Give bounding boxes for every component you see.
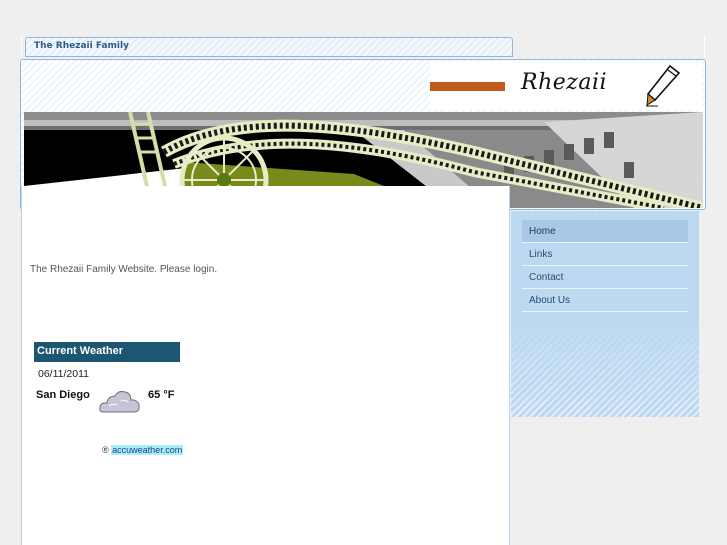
site-title-tab[interactable]: The Rhezaii Family: [25, 37, 513, 57]
nav-item-contact[interactable]: Contact: [522, 266, 688, 289]
weather-city: San Diego: [36, 389, 90, 401]
weather-date: 06/11/2011: [38, 368, 89, 380]
weather-heading: Current Weather: [34, 342, 180, 362]
pen-icon: [646, 64, 681, 107]
frame-edge: [704, 36, 705, 58]
welcome-message: The Rhezaii Family Website. Please login…: [30, 264, 218, 275]
frame-edge: [21, 36, 22, 58]
weather-credit: ® accuweather.com: [102, 445, 184, 455]
weather-temperature: 65 °F: [148, 389, 175, 401]
nav-item-about-us[interactable]: About Us: [522, 289, 688, 312]
nav-item-home[interactable]: Home: [522, 220, 688, 243]
accuweather-link[interactable]: accuweather.com: [111, 445, 184, 455]
main-content: [21, 186, 510, 545]
site-logo: Rhezaii: [521, 70, 608, 95]
accent-bar: [430, 82, 505, 91]
registered-mark: ®: [102, 445, 109, 455]
main-nav: Home Links Contact About Us: [522, 220, 688, 312]
cloud-icon: [99, 391, 140, 413]
site-title: The Rhezaii Family: [34, 41, 129, 51]
nav-item-links[interactable]: Links: [522, 243, 688, 266]
